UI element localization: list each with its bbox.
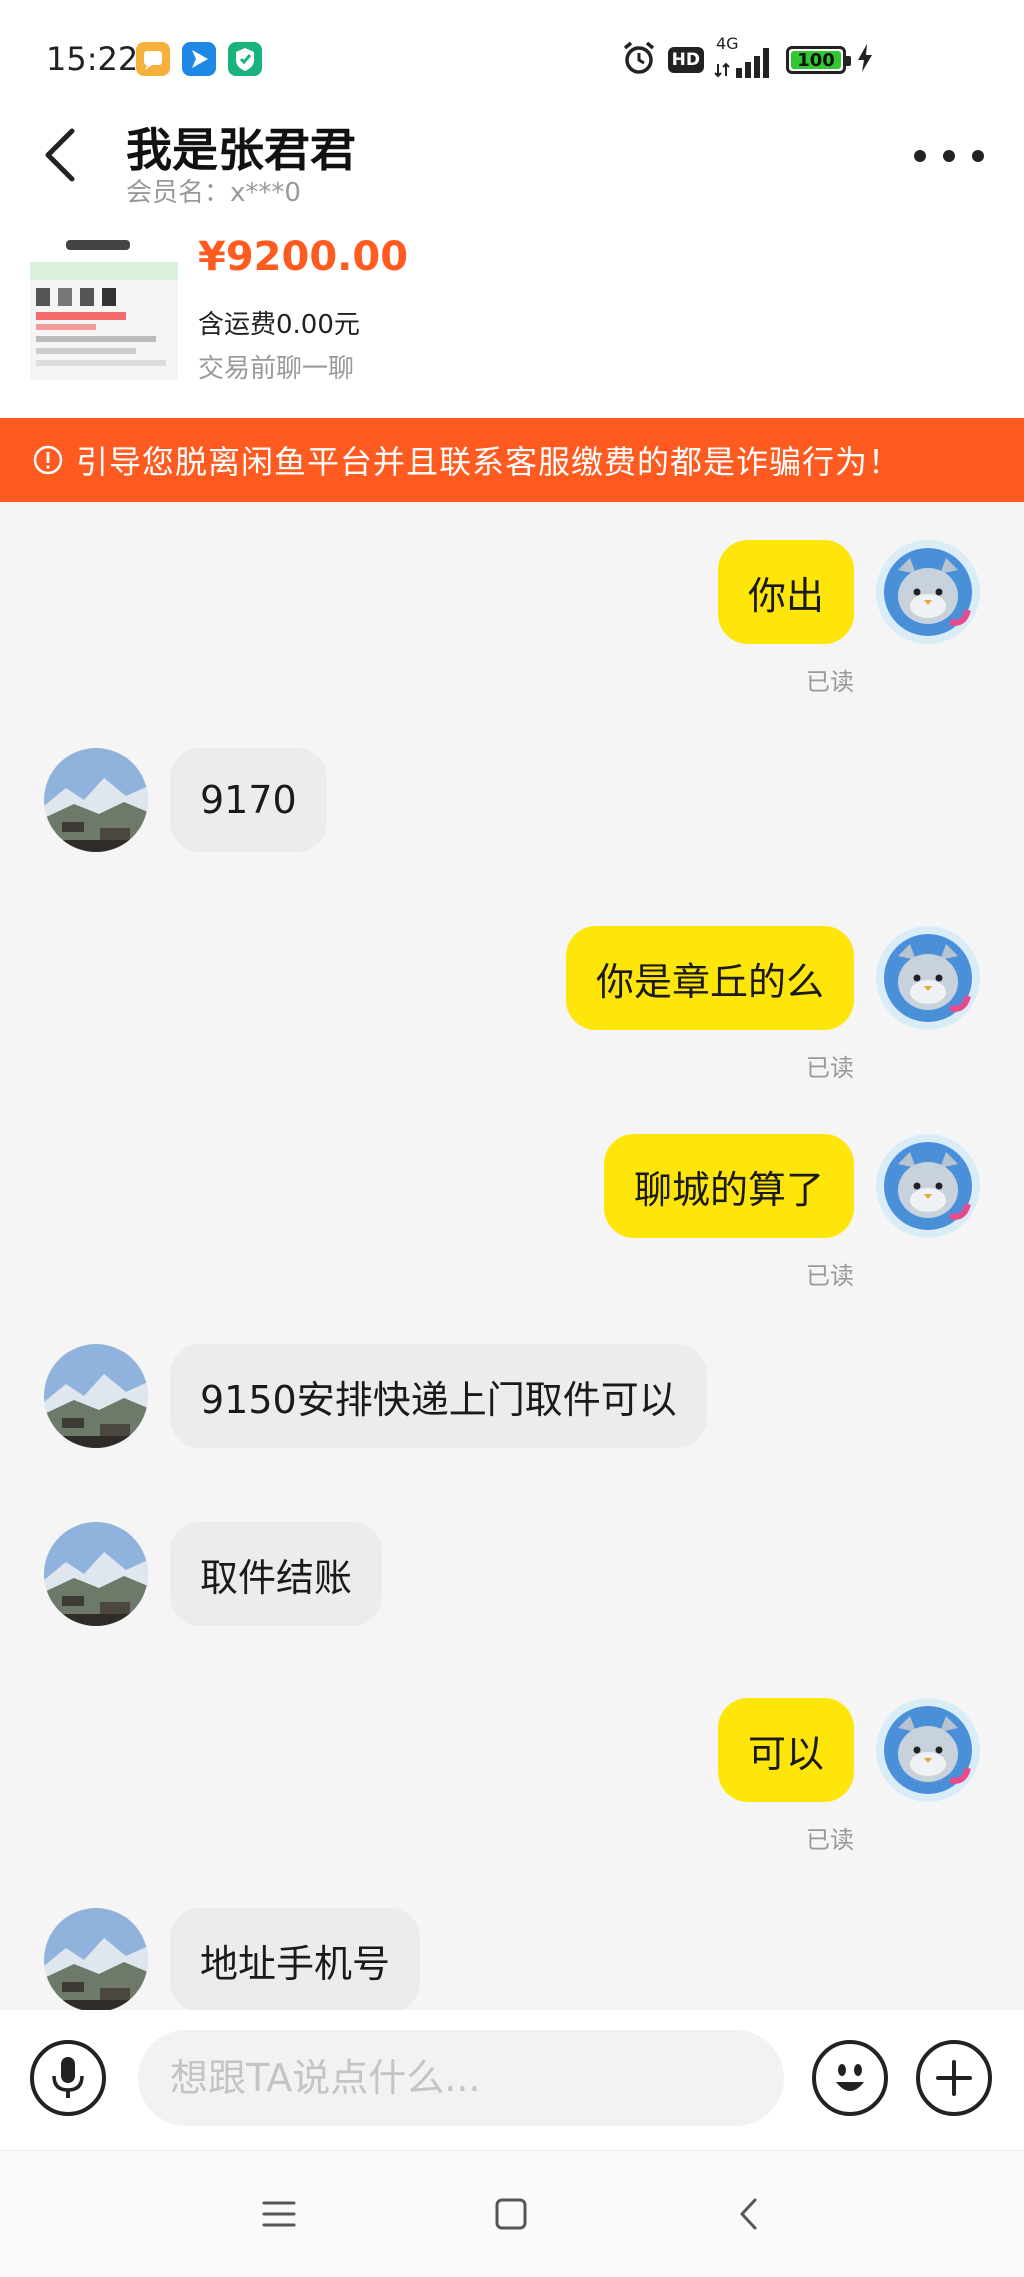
home-square-icon xyxy=(495,2198,527,2230)
add-attachment-button[interactable] xyxy=(916,2040,992,2116)
emoji-icon xyxy=(836,2064,864,2091)
pre-trade-hint: 交易前聊一聊 xyxy=(198,354,355,384)
message-bubble-mine[interactable]: 你是章丘的么 xyxy=(565,926,854,1030)
more-dot-icon xyxy=(972,150,984,162)
fraud-warning-banner: 引导您脱离闲鱼平台并且联系客服缴费的都是诈骗行为！ xyxy=(0,418,1024,502)
message-bubble-theirs[interactable]: 9170 xyxy=(170,748,327,852)
hd-icon: HD xyxy=(667,47,704,73)
my-avatar[interactable] xyxy=(876,1698,980,1802)
gallery-app-icon xyxy=(136,42,170,76)
message-bubble-mine[interactable]: 可以 xyxy=(717,1698,854,1802)
message-input-bar xyxy=(0,2010,1024,2150)
message-bubble-theirs[interactable]: 9150安排快递上门取件可以 xyxy=(170,1344,707,1448)
read-status: 已读 xyxy=(806,1826,854,1854)
shield-app-icon xyxy=(228,42,262,76)
voice-button[interactable] xyxy=(30,2040,106,2116)
more-options-button[interactable] xyxy=(914,138,984,174)
read-status: 已读 xyxy=(806,668,854,696)
warning-icon xyxy=(33,445,63,475)
alarm-icon xyxy=(620,39,658,81)
emoji-button[interactable] xyxy=(812,2040,888,2116)
battery-icon: 100 xyxy=(786,46,851,74)
back-arrow-icon xyxy=(45,128,75,182)
read-status: 已读 xyxy=(806,1054,854,1082)
microphone-icon xyxy=(52,2057,84,2098)
recent-apps-button[interactable] xyxy=(254,2189,304,2239)
signal-icon: 4G xyxy=(714,34,776,80)
my-avatar[interactable] xyxy=(876,540,980,644)
contact-avatar[interactable] xyxy=(44,1344,148,1448)
messenger-app-icon xyxy=(182,42,216,76)
status-right-group: HD 4G 100 xyxy=(620,34,874,82)
home-button[interactable] xyxy=(486,2189,536,2239)
my-avatar[interactable] xyxy=(876,926,980,1030)
system-nav-bar xyxy=(0,2150,1024,2277)
message-bubble-theirs[interactable]: 地址手机号 xyxy=(170,1908,421,2012)
nav-back-icon xyxy=(740,2198,757,2230)
member-name: 会员名：x***0 xyxy=(126,178,301,208)
page-title: 我是张君君 xyxy=(126,123,356,177)
warning-text: 引导您脱离闲鱼平台并且联系客服缴费的都是诈骗行为！ xyxy=(76,443,902,481)
menu-icon xyxy=(262,2201,296,2227)
chat-header: 我是张君君 会员名：x***0 ¥9200.00 含运费0.00元 交易前聊一聊 xyxy=(0,110,1024,418)
message-bubble-mine[interactable]: 你出 xyxy=(717,540,854,644)
read-status: 已读 xyxy=(806,1262,854,1290)
back-button[interactable] xyxy=(42,120,88,190)
message-bubble-theirs[interactable]: 取件结账 xyxy=(170,1522,383,1626)
battery-level: 100 xyxy=(797,49,835,71)
more-dot-icon xyxy=(914,150,926,162)
message-bubble-mine[interactable]: 聊城的算了 xyxy=(603,1134,854,1238)
product-price: ¥9200.00 xyxy=(198,234,409,280)
status-time: 15:22 xyxy=(46,40,139,78)
more-dot-icon xyxy=(943,150,955,162)
contact-avatar[interactable] xyxy=(44,1908,148,2012)
status-bar: 15:22 HD 4G 100 xyxy=(0,0,1024,110)
message-input[interactable] xyxy=(138,2030,784,2126)
charging-icon xyxy=(856,43,874,77)
contact-avatar[interactable] xyxy=(44,1522,148,1626)
contact-avatar[interactable] xyxy=(44,748,148,852)
shipping-fee: 含运费0.00元 xyxy=(198,310,360,340)
nav-back-button[interactable] xyxy=(724,2189,774,2239)
my-avatar[interactable] xyxy=(876,1134,980,1238)
product-thumbnail[interactable] xyxy=(30,240,178,388)
plus-icon xyxy=(936,2060,972,2096)
